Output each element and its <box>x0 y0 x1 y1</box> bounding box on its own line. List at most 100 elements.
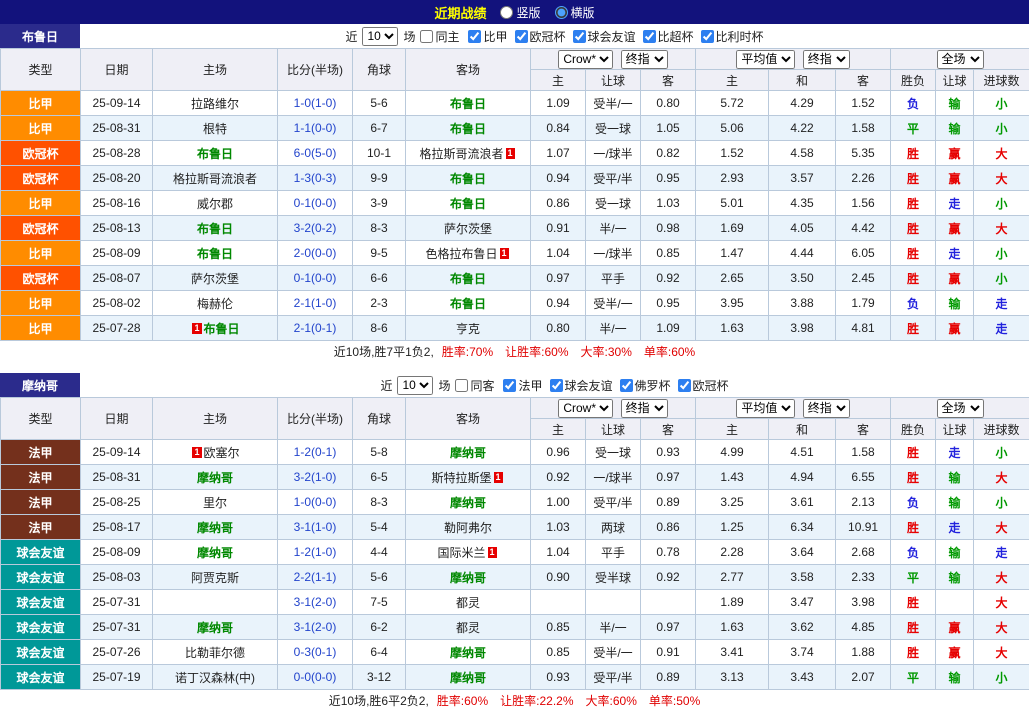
score-link[interactable]: 1-2(0-1) <box>278 440 353 465</box>
league-filter-checkbox[interactable]: 比利时杯 <box>701 28 764 45</box>
score-link[interactable]: 3-1(2-0) <box>278 615 353 640</box>
match-row: 法甲25-08-31摩纳哥3-2(1-0)6-5斯特拉斯堡10.92一/球半0.… <box>1 465 1029 490</box>
score-link[interactable]: 1-3(0-3) <box>278 166 353 191</box>
header-odds-home: 主 <box>531 419 586 440</box>
header-home: 主场 <box>153 398 278 440</box>
date-cell: 25-08-25 <box>81 490 153 515</box>
avg-odds-cell: 3.62 <box>769 615 836 640</box>
odds-cell: 1.07 <box>531 141 586 166</box>
avg-odds-cell: 2.07 <box>836 665 891 690</box>
score-link[interactable]: 3-2(0-2) <box>278 216 353 241</box>
corner-cell: 8-6 <box>353 316 406 341</box>
odds-stage-select[interactable]: 终指 <box>621 399 668 418</box>
league-cell: 比甲 <box>1 116 81 141</box>
corner-cell: 8-3 <box>353 216 406 241</box>
score-link[interactable]: 1-0(0-0) <box>278 490 353 515</box>
corner-cell: 2-3 <box>353 291 406 316</box>
score-link[interactable]: 2-1(0-1) <box>278 316 353 341</box>
bookmaker-select[interactable]: Crow* <box>558 399 613 418</box>
score-link[interactable]: 3-2(1-0) <box>278 465 353 490</box>
score-link[interactable]: 3-1(1-0) <box>278 515 353 540</box>
league-filter-input[interactable] <box>620 379 633 392</box>
bookmaker-select[interactable]: Crow* <box>558 50 613 69</box>
score-link[interactable]: 0-0(0-0) <box>278 665 353 690</box>
team-name: 比勒菲尔德 <box>185 646 245 660</box>
score-link[interactable]: 2-2(1-1) <box>278 565 353 590</box>
team-name: 都灵 <box>456 596 480 610</box>
vertical-radio[interactable] <box>500 6 513 19</box>
same-venue-checkbox[interactable]: 同客 <box>455 377 494 394</box>
match-count-select[interactable]: 10 <box>362 27 398 46</box>
team-name: 里尔 <box>203 496 227 510</box>
avg-odds-cell: 4.81 <box>836 316 891 341</box>
league-filter-input[interactable] <box>678 379 691 392</box>
league-filter-checkbox[interactable]: 球会友谊 <box>573 28 636 45</box>
league-filter-checkbox[interactable]: 比超杯 <box>643 28 694 45</box>
stats-record: 近10场,胜6平2负2, <box>329 692 429 709</box>
home-team-cell: 摩纳哥 <box>153 615 278 640</box>
league-filter-input[interactable] <box>550 379 563 392</box>
score-link[interactable]: 1-1(0-0) <box>278 116 353 141</box>
home-team-cell: 根特 <box>153 116 278 141</box>
score-link[interactable]: 1-0(1-0) <box>278 91 353 116</box>
league-filter-checkbox[interactable]: 欧冠杯 <box>678 377 729 394</box>
scope-select[interactable]: 全场 <box>937 399 984 418</box>
league-cell: 欧冠杯 <box>1 216 81 241</box>
home-team-cell: 1欧塞尔 <box>153 440 278 465</box>
match-count-select[interactable]: 10 <box>397 376 433 395</box>
home-team-cell: 摩纳哥 <box>153 540 278 565</box>
view-option-horizontal[interactable]: 横版 <box>555 4 595 21</box>
avg-stage-select[interactable]: 终指 <box>803 399 850 418</box>
score-link[interactable]: 0-3(0-1) <box>278 640 353 665</box>
team-name: 摩纳哥 <box>450 496 486 510</box>
score-link[interactable]: 0-1(0-0) <box>278 191 353 216</box>
header-odds-handicap: 让球 <box>586 70 641 91</box>
home-team-cell: 摩纳哥 <box>153 465 278 490</box>
same-venue-checkbox[interactable]: 同主 <box>420 28 459 45</box>
score-link[interactable]: 3-1(2-0) <box>278 590 353 615</box>
stats-values: 胜率:70%让胜率:60%大率:30%单率:60% <box>442 343 695 360</box>
result-cell: 小 <box>974 116 1029 141</box>
header-odds-handicap: 让球 <box>586 419 641 440</box>
avg-odds-cell: 4.44 <box>769 241 836 266</box>
scope-select[interactable]: 全场 <box>937 50 984 69</box>
same-venue-input[interactable] <box>420 30 433 43</box>
avg-select[interactable]: 平均值 <box>736 50 795 69</box>
horizontal-radio[interactable] <box>555 6 568 19</box>
score-link[interactable]: 0-1(0-0) <box>278 266 353 291</box>
league-filter-input[interactable] <box>503 379 516 392</box>
away-team-cell: 斯特拉斯堡1 <box>406 465 531 490</box>
odds-cell: 0.91 <box>641 640 696 665</box>
stats-record: 近10场,胜7平1负2, <box>334 343 434 360</box>
match-row: 欧冠杯25-08-07萨尔茨堡0-1(0-0)6-6布鲁日0.97平手0.922… <box>1 266 1029 291</box>
odds-stage-select[interactable]: 终指 <box>621 50 668 69</box>
odds-cell: 0.93 <box>531 665 586 690</box>
odds-cell: 0.89 <box>641 665 696 690</box>
avg-odds-cell: 3.74 <box>769 640 836 665</box>
sections-container: 布鲁日 近 10 场 同主 比甲欧冠杯球会友谊比超杯比利时杯 <box>0 24 1029 710</box>
avg-odds-cell: 4.29 <box>769 91 836 116</box>
avg-select[interactable]: 平均值 <box>736 399 795 418</box>
league-filter-checkbox[interactable]: 法甲 <box>503 377 542 394</box>
league-filter-input[interactable] <box>643 30 656 43</box>
result-cell: 大 <box>974 565 1029 590</box>
league-filter-input[interactable] <box>701 30 714 43</box>
score-link[interactable]: 1-2(1-0) <box>278 540 353 565</box>
team-name: 布鲁日 <box>450 197 486 211</box>
odds-cell: 半/一 <box>586 615 641 640</box>
league-filter-checkbox[interactable]: 球会友谊 <box>550 377 613 394</box>
avg-stage-select[interactable]: 终指 <box>803 50 850 69</box>
league-filter-checkbox[interactable]: 欧冠杯 <box>515 28 566 45</box>
league-filter-input[interactable] <box>515 30 528 43</box>
score-link[interactable]: 6-0(5-0) <box>278 141 353 166</box>
score-link[interactable]: 2-1(1-0) <box>278 291 353 316</box>
league-filter-label: 欧冠杯 <box>530 28 566 45</box>
same-venue-input[interactable] <box>455 379 468 392</box>
league-filter-input[interactable] <box>468 30 481 43</box>
score-link[interactable]: 2-0(0-0) <box>278 241 353 266</box>
league-filter-checkbox[interactable]: 佛罗杯 <box>620 377 671 394</box>
league-filter-checkbox[interactable]: 比甲 <box>468 28 507 45</box>
league-filter-input[interactable] <box>573 30 586 43</box>
same-venue-label: 同客 <box>470 377 494 394</box>
view-option-vertical[interactable]: 竖版 <box>500 4 540 21</box>
